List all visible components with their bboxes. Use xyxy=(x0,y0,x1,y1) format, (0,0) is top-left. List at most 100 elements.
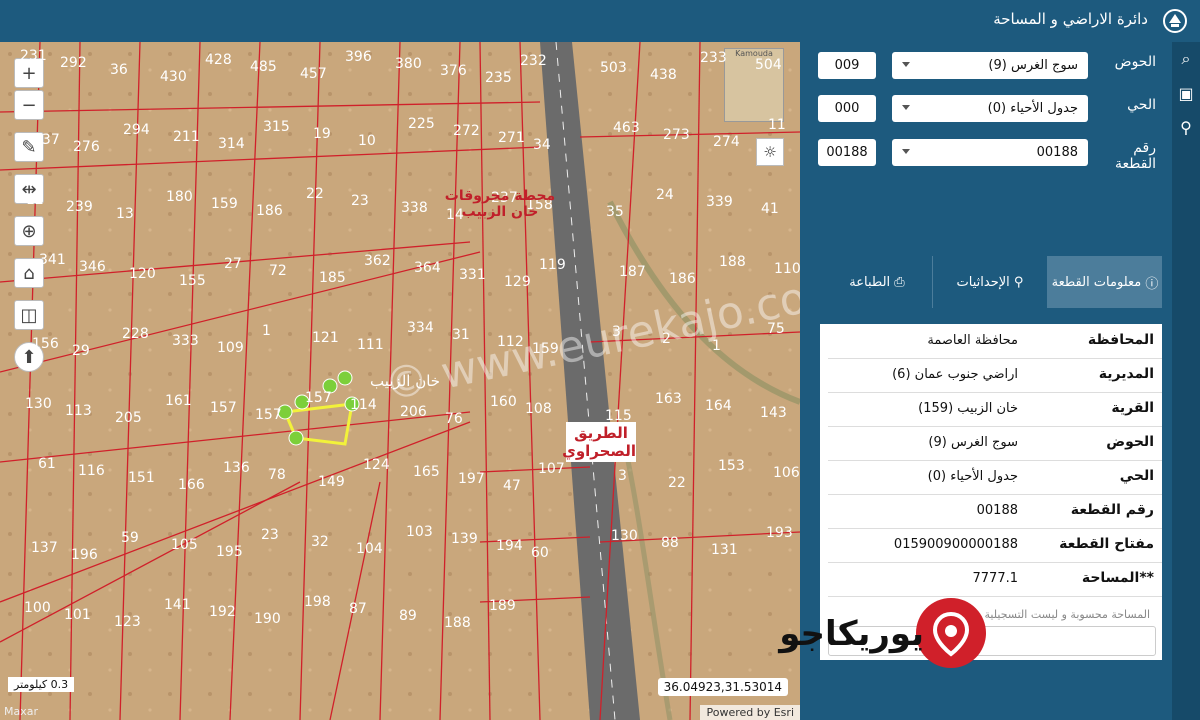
parcel-number: 231 xyxy=(20,48,47,64)
parcel-number: 32 xyxy=(311,534,329,550)
parcel-number: 157 xyxy=(210,400,237,416)
parcel-number: 22 xyxy=(306,186,324,202)
esri-attribution[interactable]: Powered by Esri xyxy=(700,705,800,720)
parcel-number: 198 xyxy=(304,594,331,610)
parcel-number: 120 xyxy=(129,266,156,282)
basin-select[interactable]: سوج الغرس (9) xyxy=(892,52,1088,79)
parcel-number: 193 xyxy=(766,525,793,541)
parcel-number: 164 xyxy=(705,398,732,414)
parcel-code-input[interactable]: 00188 xyxy=(818,139,876,166)
parcel-number: 362 xyxy=(364,253,391,269)
zoom-out-button[interactable]: − xyxy=(14,90,44,120)
parcel-number: 13 xyxy=(116,206,134,222)
info-value: جدول الأحياء (0) xyxy=(927,469,1018,484)
parcel-number: 187 xyxy=(619,264,646,280)
parcel-number: 272 xyxy=(453,123,480,139)
parcel-number: 41 xyxy=(761,201,779,217)
info-row: رقم القطعة 00188 xyxy=(828,494,1162,529)
parcel-number: 195 xyxy=(216,544,243,560)
parcel-number: 314 xyxy=(218,136,245,152)
map-scale-bar: 0.3 كيلومتر xyxy=(8,677,75,692)
info-value: 00188 xyxy=(976,503,1018,518)
parcel-number: 75 xyxy=(767,321,785,337)
parcel-number: 35 xyxy=(606,204,624,220)
tab-print[interactable]: ⎙ الطباعة xyxy=(820,256,934,308)
locate-crosshair-icon[interactable]: ⊕ xyxy=(14,216,44,246)
info-row: الحوض سوج الغرس (9) xyxy=(828,426,1162,461)
info-row: **المساحة 7777.1 xyxy=(828,562,1162,597)
info-row: الحي جدول الأحياء (0) xyxy=(828,460,1162,495)
parcel-number: 107 xyxy=(538,461,565,477)
chevron-down-icon xyxy=(902,105,910,110)
parcel-number: 331 xyxy=(459,267,486,283)
parcel-number: 31 xyxy=(452,327,470,343)
tab-parcel-info[interactable]: ⓘ معلومات القطعة xyxy=(1048,256,1162,308)
parcel-number: 232 xyxy=(520,53,547,69)
printer-icon: ⎙ xyxy=(890,274,905,290)
info-value: اراضي جنوب عمان (6) xyxy=(892,367,1018,382)
parcel-number: 101 xyxy=(64,607,91,623)
parcel-number: 180 xyxy=(166,189,193,205)
parcel-number: 504 xyxy=(755,57,782,73)
parcel-number: 271 xyxy=(498,130,525,146)
info-value: 015900900000188 xyxy=(893,537,1018,552)
parcel-number: 141 xyxy=(164,597,191,613)
basin-label: الحوض xyxy=(1114,54,1156,70)
parcel-number: 112 xyxy=(497,334,524,350)
parcel-number: 36 xyxy=(110,62,128,78)
parcel-number: 119 xyxy=(539,257,566,273)
parcel-number: 110 xyxy=(774,261,800,277)
parcel-number: 276 xyxy=(73,139,100,155)
side-icon-bar: ⌕ ▣ ⚲ xyxy=(1172,42,1200,720)
layers-toggle-icon[interactable]: ◫ xyxy=(14,300,44,330)
parcel-number: 23 xyxy=(351,193,369,209)
parcel-number: 192 xyxy=(209,604,236,620)
parcel-number: 19 xyxy=(313,126,331,142)
app-title: دائرة الاراضي و المساحة xyxy=(993,10,1148,28)
parcel-number: 3 xyxy=(618,468,627,484)
basin-code-input[interactable]: 009 xyxy=(818,52,876,79)
parcel-number: 190 xyxy=(254,611,281,627)
info-row: المحافظة محافظة العاصمة xyxy=(828,324,1162,359)
parcel-number: 186 xyxy=(256,203,283,219)
parcel-number: 225 xyxy=(408,116,435,132)
parcel-number: 428 xyxy=(205,52,232,68)
search-icon[interactable]: ⌕ xyxy=(1172,42,1200,76)
map-view[interactable]: © www.eurekajo.com + − ✎ ⇹ ⊕ ⌂ ◫ ⬆ Kamou… xyxy=(0,42,800,720)
district-select[interactable]: جدول الأحياء (0) xyxy=(892,95,1088,122)
parcel-number: 437 xyxy=(33,132,60,148)
parcel-number: 364 xyxy=(414,260,441,276)
info-value: 7777.1 xyxy=(972,571,1019,586)
parcel-number-label: رقم القطعة xyxy=(1115,140,1156,172)
parcel-number: 2 xyxy=(662,331,671,347)
parcel-number: 430 xyxy=(160,69,187,85)
info-row: القرية خان الزبيب (159) xyxy=(828,392,1162,427)
parcel-number: 211 xyxy=(173,129,200,145)
parcel-number: 24 xyxy=(656,187,674,203)
parcel-number: 103 xyxy=(406,524,433,540)
tab-coordinates[interactable]: ⚲ الإحداثيات xyxy=(932,256,1048,308)
daylight-sun-icon[interactable]: ☼ xyxy=(756,138,784,166)
parcel-number: 341 xyxy=(39,252,66,268)
parcel-search-panel: ⌕ ▣ ⚲ الحوض سوج الغرس (9) 009 الحي جدول … xyxy=(779,42,1200,720)
map-marker-icon: ⚲ xyxy=(1009,274,1024,290)
parcel-number: 151 xyxy=(128,470,155,486)
info-key: رقم القطعة xyxy=(1070,502,1154,518)
parcel-number: 333 xyxy=(172,333,199,349)
parcel-number-select[interactable]: 00188 xyxy=(892,139,1088,166)
parcel-number: 438 xyxy=(650,67,677,83)
area-footnote: المساحة محسوبة و ليست التسجيلية xyxy=(984,608,1150,621)
info-row: المديرية اراضي جنوب عمان (6) xyxy=(828,358,1162,393)
parcel-number: 3 xyxy=(612,324,621,340)
parcel-number: 157 xyxy=(255,407,282,423)
parcel-number: 273 xyxy=(663,127,690,143)
location-pin-icon[interactable]: ⚲ xyxy=(1172,110,1200,144)
coordinates-readout: 36.04923,31.53014 xyxy=(657,678,788,696)
district-code-input[interactable]: 000 xyxy=(818,95,876,122)
wallet-icon[interactable]: ▣ xyxy=(1172,76,1200,110)
parcel-number: 338 xyxy=(401,200,428,216)
info-value: خان الزبيب (159) xyxy=(918,401,1018,416)
parcel-number: 76 xyxy=(445,411,463,427)
parcel-number: 161 xyxy=(165,393,192,409)
parcel-number: 380 xyxy=(395,56,422,72)
